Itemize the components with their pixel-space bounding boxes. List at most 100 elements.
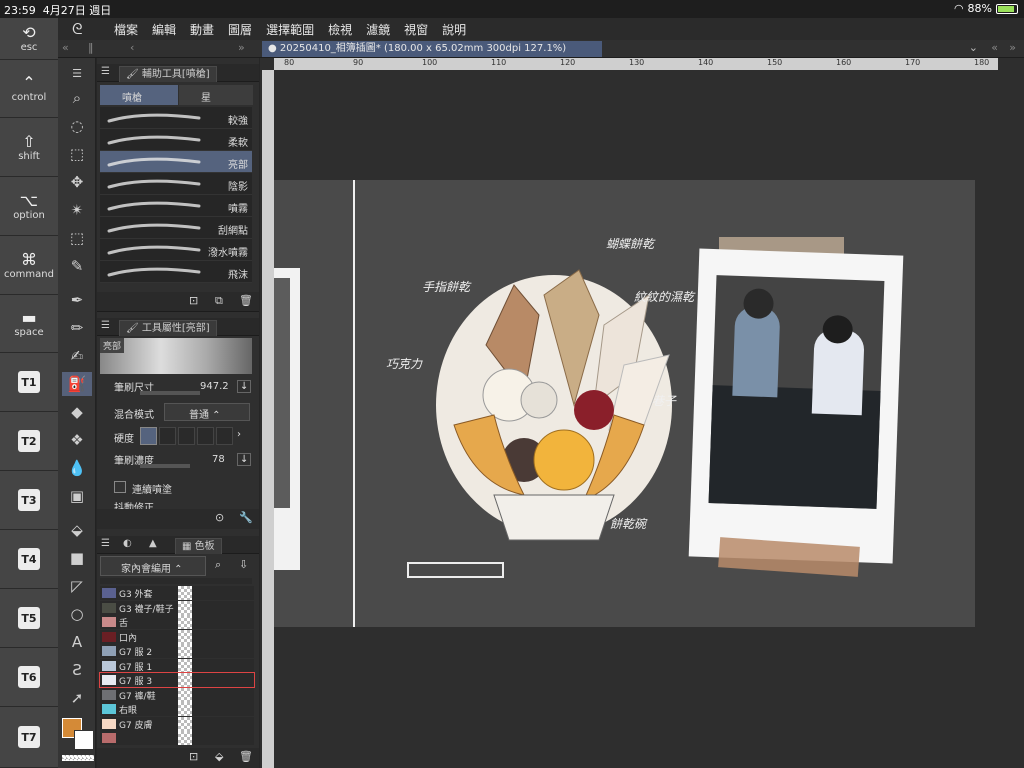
zoom-icon[interactable]: ⌕ — [62, 86, 92, 110]
color-slider-tab-icon[interactable]: ▲ — [149, 538, 157, 549]
blend-icon[interactable]: 💧 — [62, 456, 92, 480]
text-icon[interactable]: A — [62, 630, 92, 654]
sub-color-swatch[interactable] — [74, 730, 94, 750]
menu-filter[interactable]: 濾鏡 — [366, 21, 390, 38]
pen-icon[interactable]: ✒ — [62, 288, 92, 312]
color-swatch-row[interactable]: G7 服 3 — [99, 672, 255, 688]
panel-menu-icon[interactable]: ☰ — [101, 320, 110, 331]
color-swatch-row[interactable]: G7 服 2 — [100, 644, 254, 658]
selection-icon[interactable]: ⬚ — [62, 226, 92, 250]
create-subtool-icon[interactable]: ⧉ — [215, 294, 223, 308]
import-color-icon[interactable]: ⇩ — [239, 558, 248, 571]
eyedropper-icon[interactable]: ✎ — [62, 254, 92, 278]
collapse-right-icon[interactable]: » — [238, 41, 245, 54]
magic-wand-icon[interactable]: ✴ — [62, 198, 92, 222]
tab-airbrush[interactable]: 噴槍 — [100, 85, 178, 105]
color-set-select[interactable]: 家內會編用 ⌃ — [100, 556, 206, 576]
object-icon[interactable]: ⬚ — [62, 142, 92, 166]
operation-icon[interactable]: ➚ — [62, 686, 92, 710]
continuous-row[interactable]: 連續噴塗 — [100, 479, 252, 497]
brush-icon[interactable]: ✍ — [62, 344, 92, 368]
color-wheel-tab-icon[interactable]: ◐ — [123, 538, 132, 549]
hardness-level-3[interactable] — [178, 427, 195, 445]
brush-size-row[interactable]: 筆刷尺寸 947.2 ↓ — [100, 378, 252, 400]
menu-edit[interactable]: 編輯 — [152, 21, 176, 38]
color-swatch-row[interactable]: G7 服 1 — [100, 658, 254, 673]
color-swatch-row[interactable]: G7 褲/鞋 — [100, 687, 254, 702]
chevron-down-icon[interactable]: ⌄ — [969, 41, 978, 54]
document-tab[interactable]: ● 20250410_相簿插圖* (180.00 x 65.02mm 300dp… — [262, 41, 602, 57]
continuous-checkbox[interactable] — [114, 481, 126, 493]
control-key[interactable]: ⌃ control — [0, 60, 58, 118]
t7-key[interactable]: T7 — [0, 707, 58, 768]
brush-item[interactable]: 亮部 — [100, 151, 252, 173]
t1-key[interactable]: T1 — [0, 353, 58, 412]
density-download-icon[interactable]: ↓ — [237, 453, 252, 466]
menu-selection[interactable]: 選擇範圍 — [266, 21, 314, 38]
eraser-icon[interactable]: ◆ — [62, 400, 92, 424]
t2-key[interactable]: T2 — [0, 412, 58, 471]
copy-subtool-icon[interactable]: ⊡ — [189, 294, 198, 307]
option-key[interactable]: ⌥ option — [0, 177, 58, 236]
t3-key[interactable]: T3 — [0, 471, 58, 530]
menu-animation[interactable]: 動畫 — [190, 21, 214, 38]
pencil-icon[interactable]: ✏ — [62, 316, 92, 340]
color-swatch-row[interactable]: 舌 — [100, 615, 254, 629]
density-row[interactable]: 筆刷濃度 78 ↓ — [100, 451, 252, 473]
app-logo-icon[interactable]: ᘓ — [72, 20, 83, 38]
menu-view[interactable]: 檢視 — [328, 21, 352, 38]
collapse-icon[interactable]: « — [991, 41, 998, 54]
brush-size-slider[interactable] — [140, 391, 200, 395]
hardness-level-5[interactable] — [216, 427, 233, 445]
brush-item[interactable]: 噴霧 — [100, 195, 252, 217]
brush-item[interactable]: 潑水噴霧 — [100, 239, 252, 261]
hardness-level-2[interactable] — [159, 427, 176, 445]
search-color-icon[interactable]: ⌕ — [215, 558, 221, 572]
brush-item[interactable]: 柔軟 — [100, 129, 252, 151]
expand-icon[interactable]: » — [1009, 41, 1016, 54]
collapse-left-icon[interactable]: « — [62, 41, 69, 54]
command-key[interactable]: ⌘ command — [0, 236, 58, 295]
blend-mode-select[interactable]: 普通 ⌃ — [164, 403, 250, 421]
wrench-icon[interactable]: 🔧 — [239, 511, 253, 524]
color-swatch-row[interactable]: G3 襪子/鞋子 — [100, 600, 254, 615]
color-swatch-row[interactable]: 右眼 — [100, 702, 254, 716]
color-swatch-row[interactable]: G7 皮膚 — [100, 716, 254, 731]
chevron-left-icon[interactable]: ‹ — [130, 41, 134, 54]
chevron-right-icon[interactable]: › — [237, 429, 241, 440]
balloon-icon[interactable]: Ƨ — [62, 658, 92, 682]
menu-layer[interactable]: 圖層 — [228, 21, 252, 38]
menu-help[interactable]: 說明 — [442, 21, 466, 38]
hardness-level-1[interactable] — [140, 427, 157, 445]
brush-item[interactable]: 刮網點 — [100, 217, 252, 239]
ellipse-icon[interactable]: ○ — [62, 602, 92, 626]
shift-key[interactable]: ⇧ shift — [0, 118, 58, 177]
settings-icon[interactable]: ⊙ — [215, 511, 224, 524]
brush-item[interactable]: 陰影 — [100, 173, 252, 195]
fill-icon[interactable]: ⬙ — [62, 518, 92, 542]
density-slider[interactable] — [140, 464, 190, 468]
space-key[interactable]: ▬ space — [0, 295, 58, 353]
color-swatch-row[interactable]: G3 外套 — [100, 586, 254, 600]
esc-key[interactable]: ⟲ esc — [0, 18, 58, 60]
subtool-tab[interactable]: 🖌 輔助工具[噴槍] — [119, 66, 217, 82]
color-swatch-row[interactable]: 口內 — [100, 629, 254, 644]
menu-window[interactable]: 視窗 — [404, 21, 428, 38]
gradient-icon[interactable]: ■ — [62, 546, 92, 570]
toolprop-tab[interactable]: 🖌 工具屬性[亮部] — [119, 320, 217, 336]
transparent-color-swatch[interactable] — [62, 755, 94, 761]
lasso-icon[interactable]: ◌ — [62, 114, 92, 138]
brush-item[interactable]: 飛沫 — [100, 261, 252, 283]
panel-menu-icon[interactable]: ☰ — [101, 538, 110, 549]
panel-menu-icon[interactable]: ☰ — [101, 66, 110, 77]
figure-icon[interactable]: ◸ — [62, 574, 92, 598]
brush-item[interactable]: 較強 — [100, 107, 252, 129]
decoration-icon[interactable]: ❖ — [62, 428, 92, 452]
move-icon[interactable]: ✥ — [62, 170, 92, 194]
t6-key[interactable]: T6 — [0, 648, 58, 707]
hardness-level-4[interactable] — [197, 427, 214, 445]
frame-icon[interactable]: ▣ — [62, 484, 92, 508]
canvas-paper[interactable]: 蝴蝶餅乾 手指餅乾 紋紋的濕乾 巧克力 餅乾碗 巷子 — [274, 180, 975, 627]
color-swatch-row[interactable] — [100, 731, 254, 745]
tool-menu-icon[interactable]: ☰ — [62, 62, 92, 86]
